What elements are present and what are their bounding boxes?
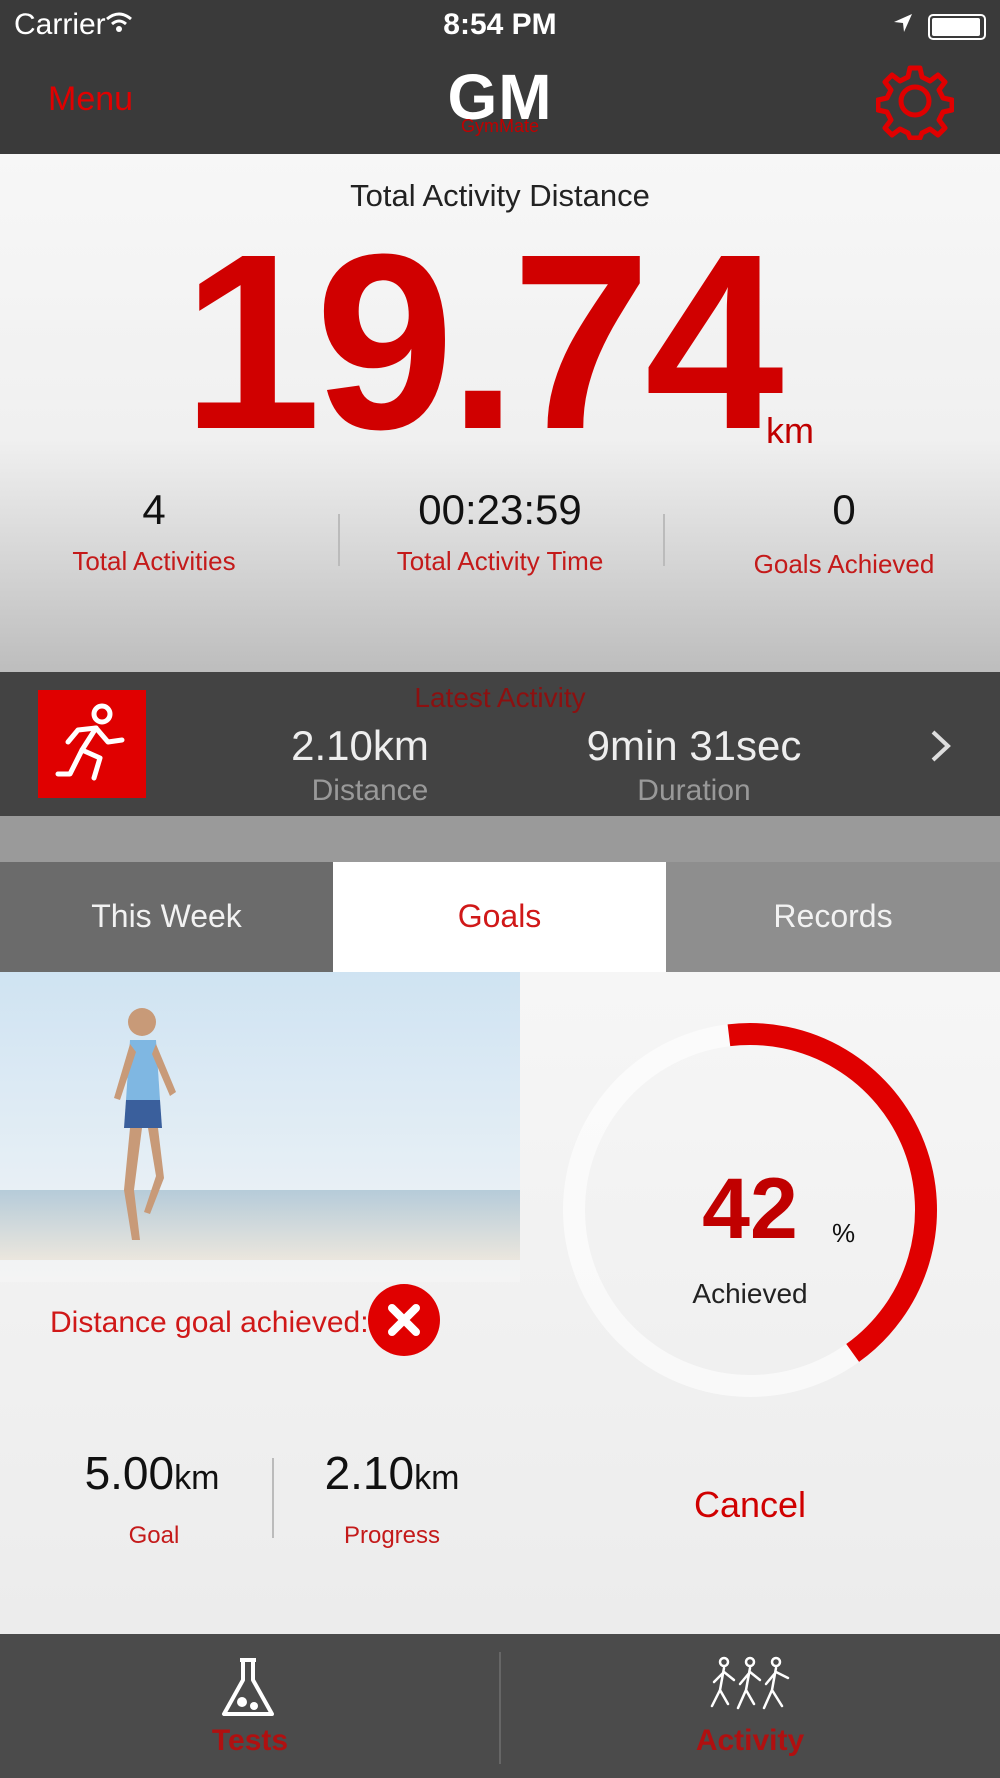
beach-sea — [0, 1190, 520, 1260]
location-arrow-icon — [894, 14, 912, 32]
runner-figure — [114, 1008, 176, 1240]
chevron-right-icon[interactable] — [928, 728, 954, 764]
logo-subtitle: GymMate — [460, 116, 539, 136]
progress-unit: km — [414, 1459, 460, 1497]
latest-duration-value: 9min 31sec — [586, 722, 802, 769]
tab-records[interactable]: Records — [666, 862, 1000, 972]
total-distance-unit: km — [766, 410, 814, 451]
goal-percent-sign: % — [832, 1218, 856, 1248]
latest-distance-label: Distance — [311, 774, 429, 807]
goal-label: Goal — [128, 1522, 180, 1549]
progress-label: Progress — [343, 1522, 441, 1549]
battery-icon — [928, 14, 986, 40]
latest-duration-label: Duration — [637, 774, 751, 807]
goal-unit: km — [174, 1459, 220, 1497]
latest-distance-value: 2.10km — [291, 722, 429, 769]
tab-bar-divider — [499, 1652, 501, 1764]
stat-divider — [338, 514, 340, 566]
stat-divider — [663, 514, 665, 566]
goals-achieved-value: 0 — [832, 486, 856, 533]
total-activity-time-value: 00:23:59 — [418, 486, 582, 533]
status-time: 8:54 PM — [443, 8, 557, 41]
background-strip — [0, 816, 1000, 862]
goal-divider — [272, 1458, 274, 1538]
tab-goals[interactable]: Goals — [333, 862, 666, 972]
goal-percent-value: 42 — [702, 1161, 798, 1257]
goal-achieved-label: Achieved — [692, 1278, 808, 1309]
goal-number: 5.00 — [84, 1447, 175, 1499]
total-distance-value: 19.74 — [182, 202, 784, 481]
latest-activity-title: Latest Activity — [414, 682, 586, 713]
total-activities-label: Total Activities — [72, 546, 236, 576]
gear-icon[interactable] — [876, 62, 954, 140]
runner-icon — [38, 690, 146, 798]
progress-number: 2.10 — [324, 1447, 415, 1499]
tab-label: Goals — [457, 898, 542, 934]
progress-value: 2.10km — [282, 1446, 502, 1500]
tab-activity[interactable]: Activity — [600, 1634, 900, 1778]
total-activities-value: 4 — [142, 486, 166, 533]
tab-label: This Week — [91, 898, 242, 934]
tab-tests[interactable]: Tests — [100, 1634, 400, 1778]
goals-achieved-label: Goals Achieved — [753, 549, 935, 579]
tab-this-week[interactable]: This Week — [0, 862, 333, 972]
tab-label: Records — [773, 898, 893, 934]
flask-icon — [222, 1658, 274, 1716]
distance-goal-label: Distance goal achieved: — [50, 1306, 369, 1339]
total-activity-time-label: Total Activity Time — [396, 546, 604, 576]
tab-activity-label: Activity — [695, 1724, 805, 1757]
x-circle-icon — [368, 1284, 440, 1356]
tab-tests-label: Tests — [211, 1724, 289, 1757]
goal-value: 5.00km — [42, 1446, 262, 1500]
runners-icon — [710, 1656, 790, 1710]
cancel-button[interactable]: Cancel — [640, 1484, 860, 1526]
